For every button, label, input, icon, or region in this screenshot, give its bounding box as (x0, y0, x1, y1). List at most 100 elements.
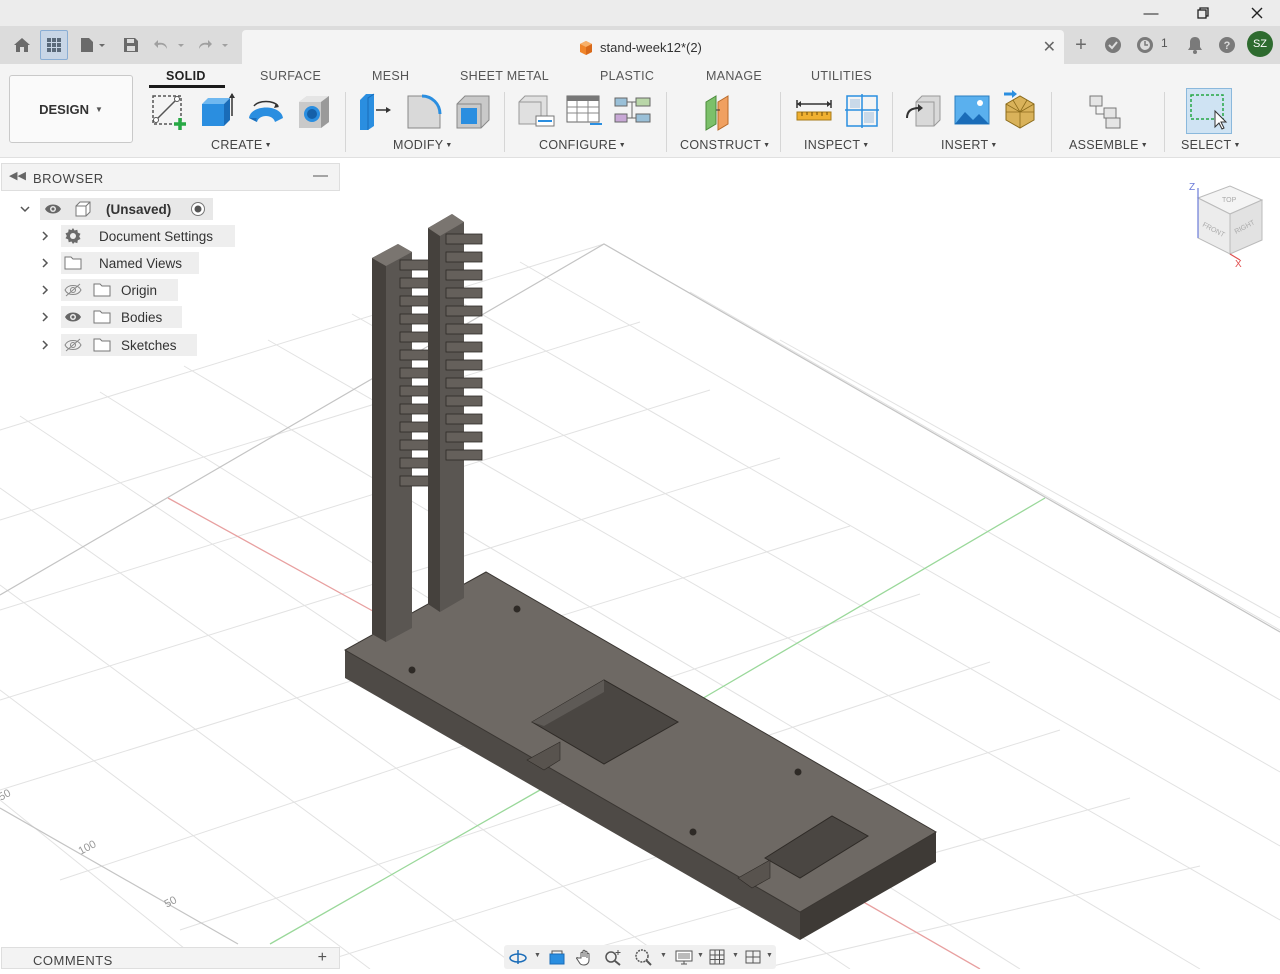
eye-icon[interactable] (64, 310, 82, 329)
minimize-icon[interactable]: — (1128, 0, 1174, 26)
pan-icon[interactable] (576, 948, 596, 966)
new-component-icon[interactable] (1086, 90, 1126, 132)
chevron-down-icon[interactable] (18, 202, 32, 216)
create-menu[interactable]: CREATE ▼ (211, 138, 272, 152)
close-icon[interactable] (1234, 0, 1280, 26)
grid-settings-icon[interactable] (708, 948, 728, 966)
modify-menu[interactable]: MODIFY ▼ (393, 138, 453, 152)
component-icon (73, 201, 91, 222)
insert-derive-icon[interactable] (904, 90, 944, 132)
document-tab[interactable]: stand-week12*(2) ✕ (242, 30, 1064, 64)
view-cube[interactable]: TOP FRONT RIGHT Z X (1189, 182, 1264, 270)
revolve-icon[interactable] (246, 90, 286, 132)
root-label[interactable]: (Unsaved) (40, 198, 213, 220)
tab-mesh[interactable]: MESH (372, 69, 409, 83)
construct-menu[interactable]: CONSTRUCT ▼ (680, 138, 770, 152)
configuration-table-icon[interactable] (564, 90, 604, 132)
activate-radio-icon[interactable] (190, 201, 206, 222)
toolbar-divider (892, 92, 893, 152)
chevron-down-icon[interactable]: ▼ (732, 952, 739, 959)
eye-hidden-icon[interactable] (64, 338, 82, 357)
redo-icon[interactable] (196, 30, 232, 60)
tab-sheet-metal[interactable]: SHEET METAL (460, 69, 549, 83)
tab-solid[interactable]: SOLID (166, 69, 206, 83)
browser-item-label[interactable]: Document Settings (61, 225, 235, 247)
viewcube-top-label[interactable]: TOP (1222, 197, 1237, 204)
browser-item-sketches[interactable]: Sketches (0, 334, 340, 356)
assemble-menu[interactable]: ASSEMBLE ▼ (1069, 138, 1148, 152)
select-icon[interactable] (1186, 88, 1232, 134)
measure-icon[interactable] (794, 90, 834, 132)
chevron-right-icon[interactable] (38, 310, 52, 324)
restore-icon[interactable] (1180, 0, 1226, 26)
job-status-icon[interactable] (1134, 30, 1156, 60)
file-icon[interactable] (78, 30, 108, 60)
notifications-icon[interactable] (1184, 30, 1206, 60)
ribbon-toolbar: DESIGN ▼ SOLID SURFACE MESH SHEET METAL P… (0, 64, 1280, 158)
orbit-icon[interactable] (508, 948, 528, 966)
help-icon[interactable]: ? (1216, 30, 1238, 60)
browser-item-named-views[interactable]: Named Views (0, 252, 340, 274)
press-pull-icon[interactable] (356, 90, 396, 132)
create-sketch-icon[interactable] (150, 90, 190, 132)
browser-item-document-settings[interactable]: Document Settings (0, 225, 340, 247)
fit-icon[interactable] (634, 948, 654, 966)
inspect-menu[interactable]: INSPECT ▼ (804, 138, 870, 152)
chevron-down-icon[interactable]: ▼ (660, 952, 667, 959)
folder-icon (93, 283, 111, 302)
tab-close-icon[interactable]: ✕ (1043, 37, 1056, 57)
fillet-icon[interactable] (404, 90, 444, 132)
tab-utilities[interactable]: UTILITIES (811, 69, 872, 83)
chevron-down-icon[interactable]: ▼ (697, 952, 704, 959)
toolbar-divider (345, 92, 346, 152)
browser-item-origin[interactable]: Origin (0, 279, 340, 301)
section-analysis-icon[interactable] (842, 90, 882, 132)
display-settings-icon[interactable] (674, 948, 694, 966)
tab-surface[interactable]: SURFACE (260, 69, 321, 83)
configuration-rules-icon[interactable] (612, 90, 652, 132)
y-axis-line (269, 789, 541, 945)
configure-design-icon[interactable] (516, 90, 556, 132)
comments-panel-header[interactable]: COMMENTS + (1, 947, 340, 969)
stand-body[interactable] (343, 214, 937, 940)
look-at-icon[interactable] (548, 948, 568, 966)
chevron-down-icon[interactable]: ▼ (766, 952, 773, 959)
undo-icon[interactable] (152, 30, 188, 60)
chevron-right-icon[interactable] (38, 283, 52, 297)
home-icon[interactable] (10, 30, 34, 60)
chevron-down-icon: ▼ (1140, 142, 1149, 149)
data-panel-icon[interactable] (40, 30, 68, 60)
browser-root-node[interactable]: (Unsaved) (0, 198, 340, 220)
offset-plane-icon[interactable] (702, 90, 742, 132)
insert-menu[interactable]: INSERT ▼ (941, 138, 998, 152)
browser-item-bodies[interactable]: Bodies (0, 306, 340, 328)
browser-title: BROWSER (33, 171, 104, 186)
new-tab-icon[interactable]: + (1070, 30, 1092, 60)
hole-icon[interactable] (294, 90, 334, 132)
canvas-image-icon[interactable] (952, 90, 992, 132)
chevron-right-icon[interactable] (38, 256, 52, 270)
add-comment-icon[interactable]: + (318, 949, 327, 967)
configure-menu[interactable]: CONFIGURE ▼ (539, 138, 626, 152)
chevron-right-icon[interactable] (38, 338, 52, 352)
workspace-switcher[interactable]: DESIGN ▼ (9, 75, 133, 143)
select-menu[interactable]: SELECT ▼ (1181, 138, 1241, 152)
extensions-icon[interactable] (1102, 30, 1124, 60)
chevron-down-icon[interactable]: ▼ (534, 952, 541, 959)
user-avatar[interactable]: SZ (1247, 31, 1273, 57)
viewports-icon[interactable] (744, 948, 764, 966)
eye-icon[interactable] (44, 202, 62, 221)
tab-manage[interactable]: MANAGE (706, 69, 762, 83)
zoom-icon[interactable] (604, 948, 624, 966)
chevron-right-icon[interactable] (38, 229, 52, 243)
job-count: 1 (1161, 36, 1168, 50)
collapse-panel-icon[interactable]: ◀◀ (9, 169, 26, 182)
save-icon[interactable] (120, 30, 142, 60)
extrude-icon[interactable] (198, 90, 238, 132)
eye-hidden-icon[interactable] (64, 283, 82, 302)
tab-plastic[interactable]: PLASTIC (600, 69, 654, 83)
shell-icon[interactable] (452, 90, 492, 132)
minimize-panel-icon[interactable]: — (313, 167, 328, 184)
insert-mesh-icon[interactable] (1000, 90, 1040, 132)
document-title: stand-week12*(2) (600, 40, 702, 55)
